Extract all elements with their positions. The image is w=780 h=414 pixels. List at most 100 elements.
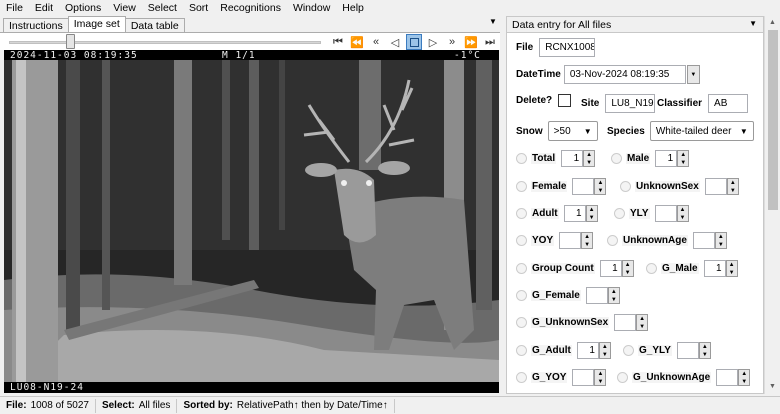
counter-radio[interactable] — [646, 263, 657, 274]
counter-radio[interactable] — [516, 317, 527, 328]
counter-value[interactable] — [559, 232, 582, 249]
scroll-up-icon[interactable]: ▲ — [769, 19, 776, 26]
counter-value[interactable] — [692, 232, 715, 249]
counter-radio[interactable] — [516, 235, 527, 246]
counter-value[interactable] — [585, 287, 608, 304]
counter-radio[interactable] — [516, 372, 527, 383]
first-image-icon[interactable]: ⏮ — [330, 34, 346, 50]
snow-select[interactable]: >50 ▼ — [547, 121, 598, 141]
counter-value[interactable]: 1 — [655, 150, 678, 167]
classifier-value[interactable]: AB — [708, 94, 749, 113]
delete-checkbox[interactable] — [558, 94, 572, 107]
spinner-icon[interactable]: ▲ ▼ — [583, 150, 596, 167]
scroll-down-icon[interactable]: ▼ — [769, 383, 776, 390]
counter-value[interactable] — [614, 314, 637, 331]
counter-value[interactable]: 1 — [561, 150, 584, 167]
spinner-icon[interactable]: ▲ ▼ — [676, 205, 689, 222]
datetime-field: DateTime 03-Nov-2024 08:19:35 ▼ — [516, 65, 700, 84]
counter-radio[interactable] — [611, 153, 622, 164]
counter-value[interactable] — [676, 342, 699, 359]
spinner-icon[interactable]: ▲ ▼ — [585, 205, 598, 222]
spinner-icon[interactable]: ▲ ▼ — [598, 342, 611, 359]
previous-icon[interactable]: ◁ — [387, 34, 403, 50]
step-back-icon[interactable]: « — [368, 34, 384, 50]
counter-radio[interactable] — [617, 372, 628, 383]
counter-g-unknownsex: G_UnknownSex ▲ ▼ — [516, 314, 649, 331]
counter-value[interactable] — [704, 178, 727, 195]
counter-label: G_Female — [531, 290, 581, 301]
spinner-icon[interactable]: ▲ ▼ — [698, 342, 711, 359]
counter-radio[interactable] — [614, 208, 625, 219]
step-forward-icon[interactable]: » — [444, 34, 460, 50]
counter-value[interactable]: 1 — [703, 260, 726, 277]
counter-radio[interactable] — [516, 263, 527, 274]
stop-icon[interactable] — [406, 34, 422, 50]
tab-data-table[interactable]: Data table — [124, 18, 185, 32]
image-slider-thumb[interactable] — [66, 34, 75, 49]
counter-value[interactable] — [716, 369, 739, 386]
menu-options[interactable]: Options — [65, 2, 101, 14]
spinner-icon[interactable]: ▲ ▼ — [677, 150, 690, 167]
panel-menu-icon[interactable]: ▼ — [749, 19, 757, 28]
counter-value[interactable]: 1 — [599, 260, 622, 277]
counter-value[interactable] — [572, 178, 595, 195]
panel-header: Data entry for All files ▼ — [507, 17, 763, 33]
fast-forward-icon[interactable]: ⏩ — [463, 34, 479, 50]
spinner-icon[interactable]: ▲ ▼ — [725, 260, 738, 277]
camera-trap-image[interactable]: 2024-11-03 08:19:35 M 1/1 -1°C LU08-N19-… — [4, 50, 499, 393]
counter-label: Total — [531, 153, 557, 164]
scrollbar-thumb[interactable] — [768, 30, 778, 210]
delete-field: Delete? — [516, 94, 572, 107]
image-slider-track[interactable] — [9, 41, 321, 44]
tabs-dropdown-icon[interactable]: ▼ — [489, 17, 497, 26]
counter-radio[interactable] — [607, 235, 618, 246]
counter-radio[interactable] — [516, 181, 527, 192]
counter-radio[interactable] — [623, 345, 634, 356]
counter-radio[interactable] — [620, 181, 631, 192]
spinner-icon[interactable]: ▲ ▼ — [738, 369, 751, 386]
last-image-icon[interactable]: ⏭ — [482, 34, 498, 50]
spinner-icon[interactable]: ▲ ▼ — [594, 178, 607, 195]
counter-label: Adult — [531, 208, 559, 219]
tab-instructions[interactable]: Instructions — [3, 18, 69, 32]
snow-field: Snow >50 ▼ — [516, 121, 598, 141]
spinner-icon[interactable]: ▲ ▼ — [607, 287, 620, 304]
image-frame-indicator: M 1/1 — [222, 50, 256, 61]
counter-value[interactable] — [572, 369, 595, 386]
counter-radio[interactable] — [516, 153, 527, 164]
menu-sort[interactable]: Sort — [189, 2, 208, 14]
counter-value[interactable]: 1 — [576, 342, 599, 359]
spinner-icon[interactable]: ▲ ▼ — [621, 260, 634, 277]
counter-unknownsex: UnknownSex ▲ ▼ — [620, 178, 739, 195]
file-value[interactable]: RCNX1008... — [539, 38, 596, 57]
tab-image-set[interactable]: Image set — [67, 16, 126, 32]
spinner-icon[interactable]: ▲ ▼ — [714, 232, 727, 249]
datetime-value[interactable]: 03-Nov-2024 08:19:35 — [563, 65, 686, 84]
counter-radio[interactable] — [516, 208, 527, 219]
species-value: White-tailed deer — [655, 125, 732, 137]
menu-window[interactable]: Window — [293, 2, 330, 14]
spinner-icon[interactable]: ▲ ▼ — [726, 178, 739, 195]
site-value[interactable]: LU8_N19 — [605, 94, 656, 113]
spinner-icon[interactable]: ▲ ▼ — [594, 369, 607, 386]
datetime-dropdown-icon[interactable]: ▼ — [686, 65, 700, 84]
next-icon[interactable]: ▷ — [425, 34, 441, 50]
species-select[interactable]: White-tailed deer ▼ — [649, 121, 754, 141]
menu-edit[interactable]: Edit — [35, 2, 53, 14]
counter-value[interactable] — [654, 205, 677, 222]
panel-scrollbar[interactable]: ▲ ▼ — [764, 16, 780, 394]
menu-help[interactable]: Help — [342, 2, 364, 14]
spinner-icon[interactable]: ▲ ▼ — [581, 232, 594, 249]
counter-value[interactable]: 1 — [563, 205, 586, 222]
menu-select[interactable]: Select — [148, 2, 177, 14]
menu-recognitions[interactable]: Recognitions — [220, 2, 281, 14]
spinner-icon[interactable]: ▲ ▼ — [636, 314, 649, 331]
counter-radio[interactable] — [516, 345, 527, 356]
fast-back-icon[interactable]: ⏪ — [349, 34, 365, 50]
status-select-value: All files — [138, 400, 171, 411]
menu-file[interactable]: File — [6, 2, 23, 14]
menu-view[interactable]: View — [113, 2, 136, 14]
counter-radio[interactable] — [516, 290, 527, 301]
counter-total: Total 1 ▲ ▼ — [516, 150, 596, 167]
counter-g-male: G_Male 1 ▲ ▼ — [646, 260, 738, 277]
